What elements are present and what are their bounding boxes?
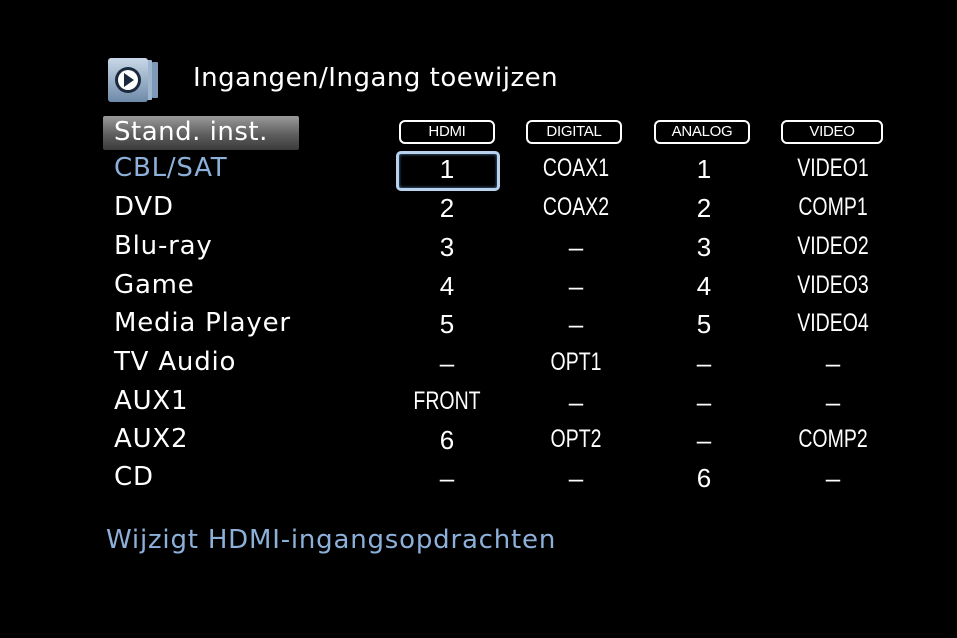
cell-video[interactable]: – (773, 348, 893, 379)
column-header-video: VIDEO (781, 120, 883, 144)
cell-hdmi[interactable]: 1 (387, 154, 507, 185)
cell-hdmi[interactable]: – (387, 463, 507, 494)
cell-video[interactable]: COMP2 (786, 425, 880, 454)
cell-analog[interactable]: 4 (644, 271, 764, 302)
cell-hdmi[interactable]: FRONT (400, 387, 494, 416)
cell-hdmi[interactable]: – (387, 348, 507, 379)
cell-digital[interactable]: – (516, 309, 636, 340)
row-label-blu-ray[interactable]: Blu-ray (114, 231, 213, 261)
cell-hdmi[interactable]: 3 (387, 232, 507, 263)
cell-hdmi[interactable]: 2 (387, 193, 507, 224)
row-label-cd[interactable]: CD (114, 462, 154, 492)
row-label-game[interactable]: Game (114, 270, 195, 300)
column-header-hdmi: HDMI (399, 120, 495, 144)
row-label-cbl-sat[interactable]: CBL/SAT (114, 153, 227, 183)
cell-digital[interactable]: – (516, 463, 636, 494)
cell-analog[interactable]: 5 (644, 309, 764, 340)
column-header-digital: DIGITAL (526, 120, 622, 144)
cell-hdmi[interactable]: 4 (387, 271, 507, 302)
cell-hdmi[interactable]: 6 (387, 425, 507, 456)
column-header-analog: ANALOG (654, 120, 750, 144)
cell-analog[interactable]: 6 (644, 463, 764, 494)
hint-text: Wijzigt HDMI-ingangsopdrachten (106, 525, 557, 555)
cell-digital[interactable]: COAX1 (529, 154, 623, 183)
cell-digital[interactable]: – (516, 232, 636, 263)
cell-video[interactable]: VIDEO1 (786, 154, 880, 183)
cell-hdmi[interactable]: 5 (387, 309, 507, 340)
cell-video[interactable]: – (773, 463, 893, 494)
cell-analog[interactable]: – (644, 425, 764, 456)
menu-arrow-icon (108, 58, 160, 104)
cell-digital[interactable]: OPT1 (529, 348, 623, 377)
row-label-aux1[interactable]: AUX1 (114, 386, 188, 416)
default-settings-label: Stand. inst. (114, 117, 268, 147)
page-title: Ingangen/Ingang toewijzen (193, 63, 559, 93)
cell-analog[interactable]: 1 (644, 154, 764, 185)
cell-digital[interactable]: – (516, 387, 636, 418)
cell-digital[interactable]: – (516, 271, 636, 302)
cell-video[interactable]: VIDEO4 (786, 309, 880, 338)
cell-analog[interactable]: – (644, 387, 764, 418)
row-label-dvd[interactable]: DVD (114, 192, 174, 222)
cell-digital[interactable]: OPT2 (529, 425, 623, 454)
cell-digital[interactable]: COAX2 (529, 193, 623, 222)
cell-video[interactable]: VIDEO2 (786, 232, 880, 261)
default-settings-button[interactable]: Stand. inst. (103, 116, 299, 150)
cell-analog[interactable]: – (644, 348, 764, 379)
cell-video[interactable]: COMP1 (786, 193, 880, 222)
cell-analog[interactable]: 3 (644, 232, 764, 263)
row-label-tv-audio[interactable]: TV Audio (114, 347, 236, 377)
cell-video[interactable]: VIDEO3 (786, 271, 880, 300)
row-label-media-player[interactable]: Media Player (114, 308, 291, 338)
cell-video[interactable]: – (773, 387, 893, 418)
cell-analog[interactable]: 2 (644, 193, 764, 224)
row-label-aux2[interactable]: AUX2 (114, 424, 188, 454)
